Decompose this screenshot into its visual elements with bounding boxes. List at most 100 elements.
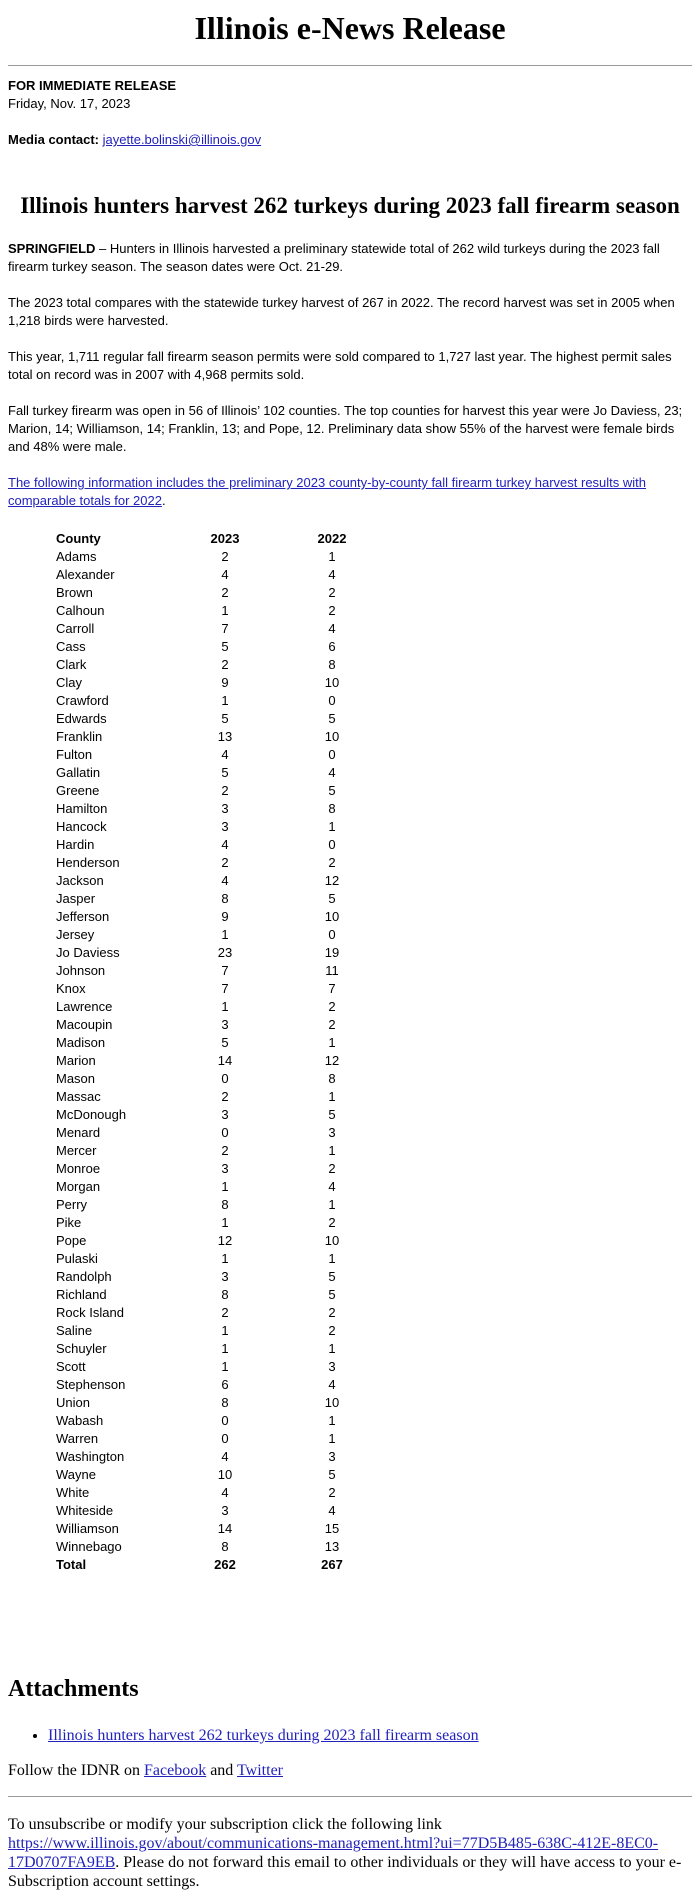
table-row: Knox 7 7	[56, 980, 377, 998]
county-name: Saline	[56, 1323, 93, 1338]
media-contact-email-link[interactable]: jayette.bolinski@illinois.gov	[103, 132, 261, 147]
harvest-2022: 4	[328, 1179, 336, 1194]
table-row: Wayne 10 5	[56, 1466, 377, 1484]
harvest-2022: 5	[328, 891, 336, 906]
table-row: McDonough 3 5	[56, 1106, 377, 1124]
table-row: Union 8 10	[56, 1394, 377, 1412]
county-name: Wayne	[56, 1467, 96, 1482]
table-row: Jersey 1 0	[56, 926, 377, 944]
harvest-2022: 7	[328, 981, 336, 996]
column-header-2022: 2022	[317, 531, 347, 546]
table-row: White 4 2	[56, 1484, 377, 1502]
county-name: Henderson	[56, 855, 120, 870]
harvest-2023: 10	[217, 1467, 233, 1482]
harvest-2023: 1	[221, 1359, 229, 1374]
county-name: Hancock	[56, 819, 107, 834]
follow-and: and	[206, 1762, 238, 1779]
release-date: Friday, Nov. 17, 2023	[8, 96, 131, 111]
county-name: Schuyler	[56, 1341, 107, 1356]
column-header-county: County	[56, 531, 101, 546]
harvest-2022: 10	[324, 729, 340, 744]
facebook-link[interactable]: Facebook	[144, 1762, 206, 1779]
harvest-results-link[interactable]: The following information includes the p…	[8, 475, 646, 508]
table-row: Adams 2 1	[56, 548, 377, 566]
harvest-2023: 7	[221, 621, 229, 636]
attachment-link[interactable]: Illinois hunters harvest 262 turkeys dur…	[48, 1727, 479, 1744]
county-name: Massac	[56, 1089, 101, 1104]
harvest-2023: 12	[217, 1233, 233, 1248]
table-row: Johnson 7 11	[56, 962, 377, 980]
table-row: Menard 0 3	[56, 1124, 377, 1142]
county-name: Adams	[56, 549, 97, 564]
harvest-2023: 3	[221, 1161, 229, 1176]
harvest-2022: 1	[328, 1035, 336, 1050]
table-row: Brown 2 2	[56, 584, 377, 602]
harvest-2023: 5	[221, 1035, 229, 1050]
harvest-2022: 2	[328, 1017, 336, 1032]
county-name: Jackson	[56, 873, 104, 888]
county-name: Fulton	[56, 747, 93, 762]
county-name: Clark	[56, 657, 87, 672]
table-row: Mason 0 8	[56, 1070, 377, 1088]
harvest-2023: 8	[221, 891, 229, 906]
table-row: Marion 14 12	[56, 1052, 377, 1070]
harvest-2023: 8	[221, 1197, 229, 1212]
table-row: Schuyler 1 1	[56, 1340, 377, 1358]
county-name: Madison	[56, 1035, 106, 1050]
harvest-2023: 2	[221, 783, 229, 798]
harvest-2022: 1	[328, 1143, 336, 1158]
harvest-2022: 4	[328, 567, 336, 582]
county-name: Carroll	[56, 621, 95, 636]
harvest-2023: 2	[221, 1305, 229, 1320]
table-row: Madison 5 1	[56, 1034, 377, 1052]
harvest-2023: 1	[221, 603, 229, 618]
county-name: Cass	[56, 639, 86, 654]
county-name: Rock Island	[56, 1305, 124, 1320]
table-row: Pike 1 2	[56, 1214, 377, 1232]
harvest-2022: 1	[328, 1251, 336, 1266]
harvest-2023: 1	[221, 999, 229, 1014]
release-label: FOR IMMEDIATE RELEASE	[8, 78, 177, 93]
county-name: Calhoun	[56, 603, 105, 618]
harvest-2023: 4	[221, 567, 229, 582]
county-name: Marion	[56, 1053, 96, 1068]
county-harvest-table: County 2023 2022 Adams 2 1 Alexander 4 4 Brown…	[56, 530, 377, 1574]
table-row: Franklin 13 10	[56, 728, 377, 746]
county-name: Williamson	[56, 1521, 119, 1536]
paragraph-1-text: – Hunters in Illinois harvested a prelim…	[8, 241, 660, 274]
unsubscribe-prefix: To unsubscribe or modify your subscripti…	[8, 1816, 442, 1833]
table-row: Warren 0 1	[56, 1430, 377, 1448]
table-row: Gallatin 5 4	[56, 764, 377, 782]
table-row: Williamson 14 15	[56, 1520, 377, 1538]
table-row: Carroll 7 4	[56, 620, 377, 638]
harvest-2022: 1	[328, 1089, 336, 1104]
harvest-2023: 5	[221, 639, 229, 654]
harvest-2023: 2	[221, 1143, 229, 1158]
county-name: Scott	[56, 1359, 86, 1374]
harvest-2022: 2	[328, 855, 336, 870]
harvest-2022: 8	[328, 657, 336, 672]
county-name: Richland	[56, 1287, 107, 1302]
total-2023: 262	[214, 1557, 236, 1572]
table-row: Hancock 3 1	[56, 818, 377, 836]
table-row: Fulton 4 0	[56, 746, 377, 764]
harvest-2022: 1	[328, 1413, 336, 1428]
harvest-2022: 2	[328, 603, 336, 618]
harvest-2023: 0	[221, 1431, 229, 1446]
harvest-2023: 3	[221, 1503, 229, 1518]
harvest-2022: 8	[328, 1071, 336, 1086]
table-intro-tail: .	[161, 493, 166, 508]
harvest-2022: 1	[328, 1341, 336, 1356]
table-row: Jefferson 9 10	[56, 908, 377, 926]
harvest-2023: 13	[217, 729, 233, 744]
county-name: Mason	[56, 1071, 96, 1086]
twitter-link[interactable]: Twitter	[237, 1762, 283, 1779]
harvest-2022: 10	[324, 675, 340, 690]
harvest-2023: 14	[217, 1053, 233, 1068]
harvest-2023: 0	[221, 1413, 229, 1428]
county-name: Morgan	[56, 1179, 101, 1194]
table-row: Hardin 4 0	[56, 836, 377, 854]
county-name: Wabash	[56, 1413, 104, 1428]
harvest-2022: 0	[328, 693, 336, 708]
table-header-row: County 2023 2022	[56, 530, 377, 548]
